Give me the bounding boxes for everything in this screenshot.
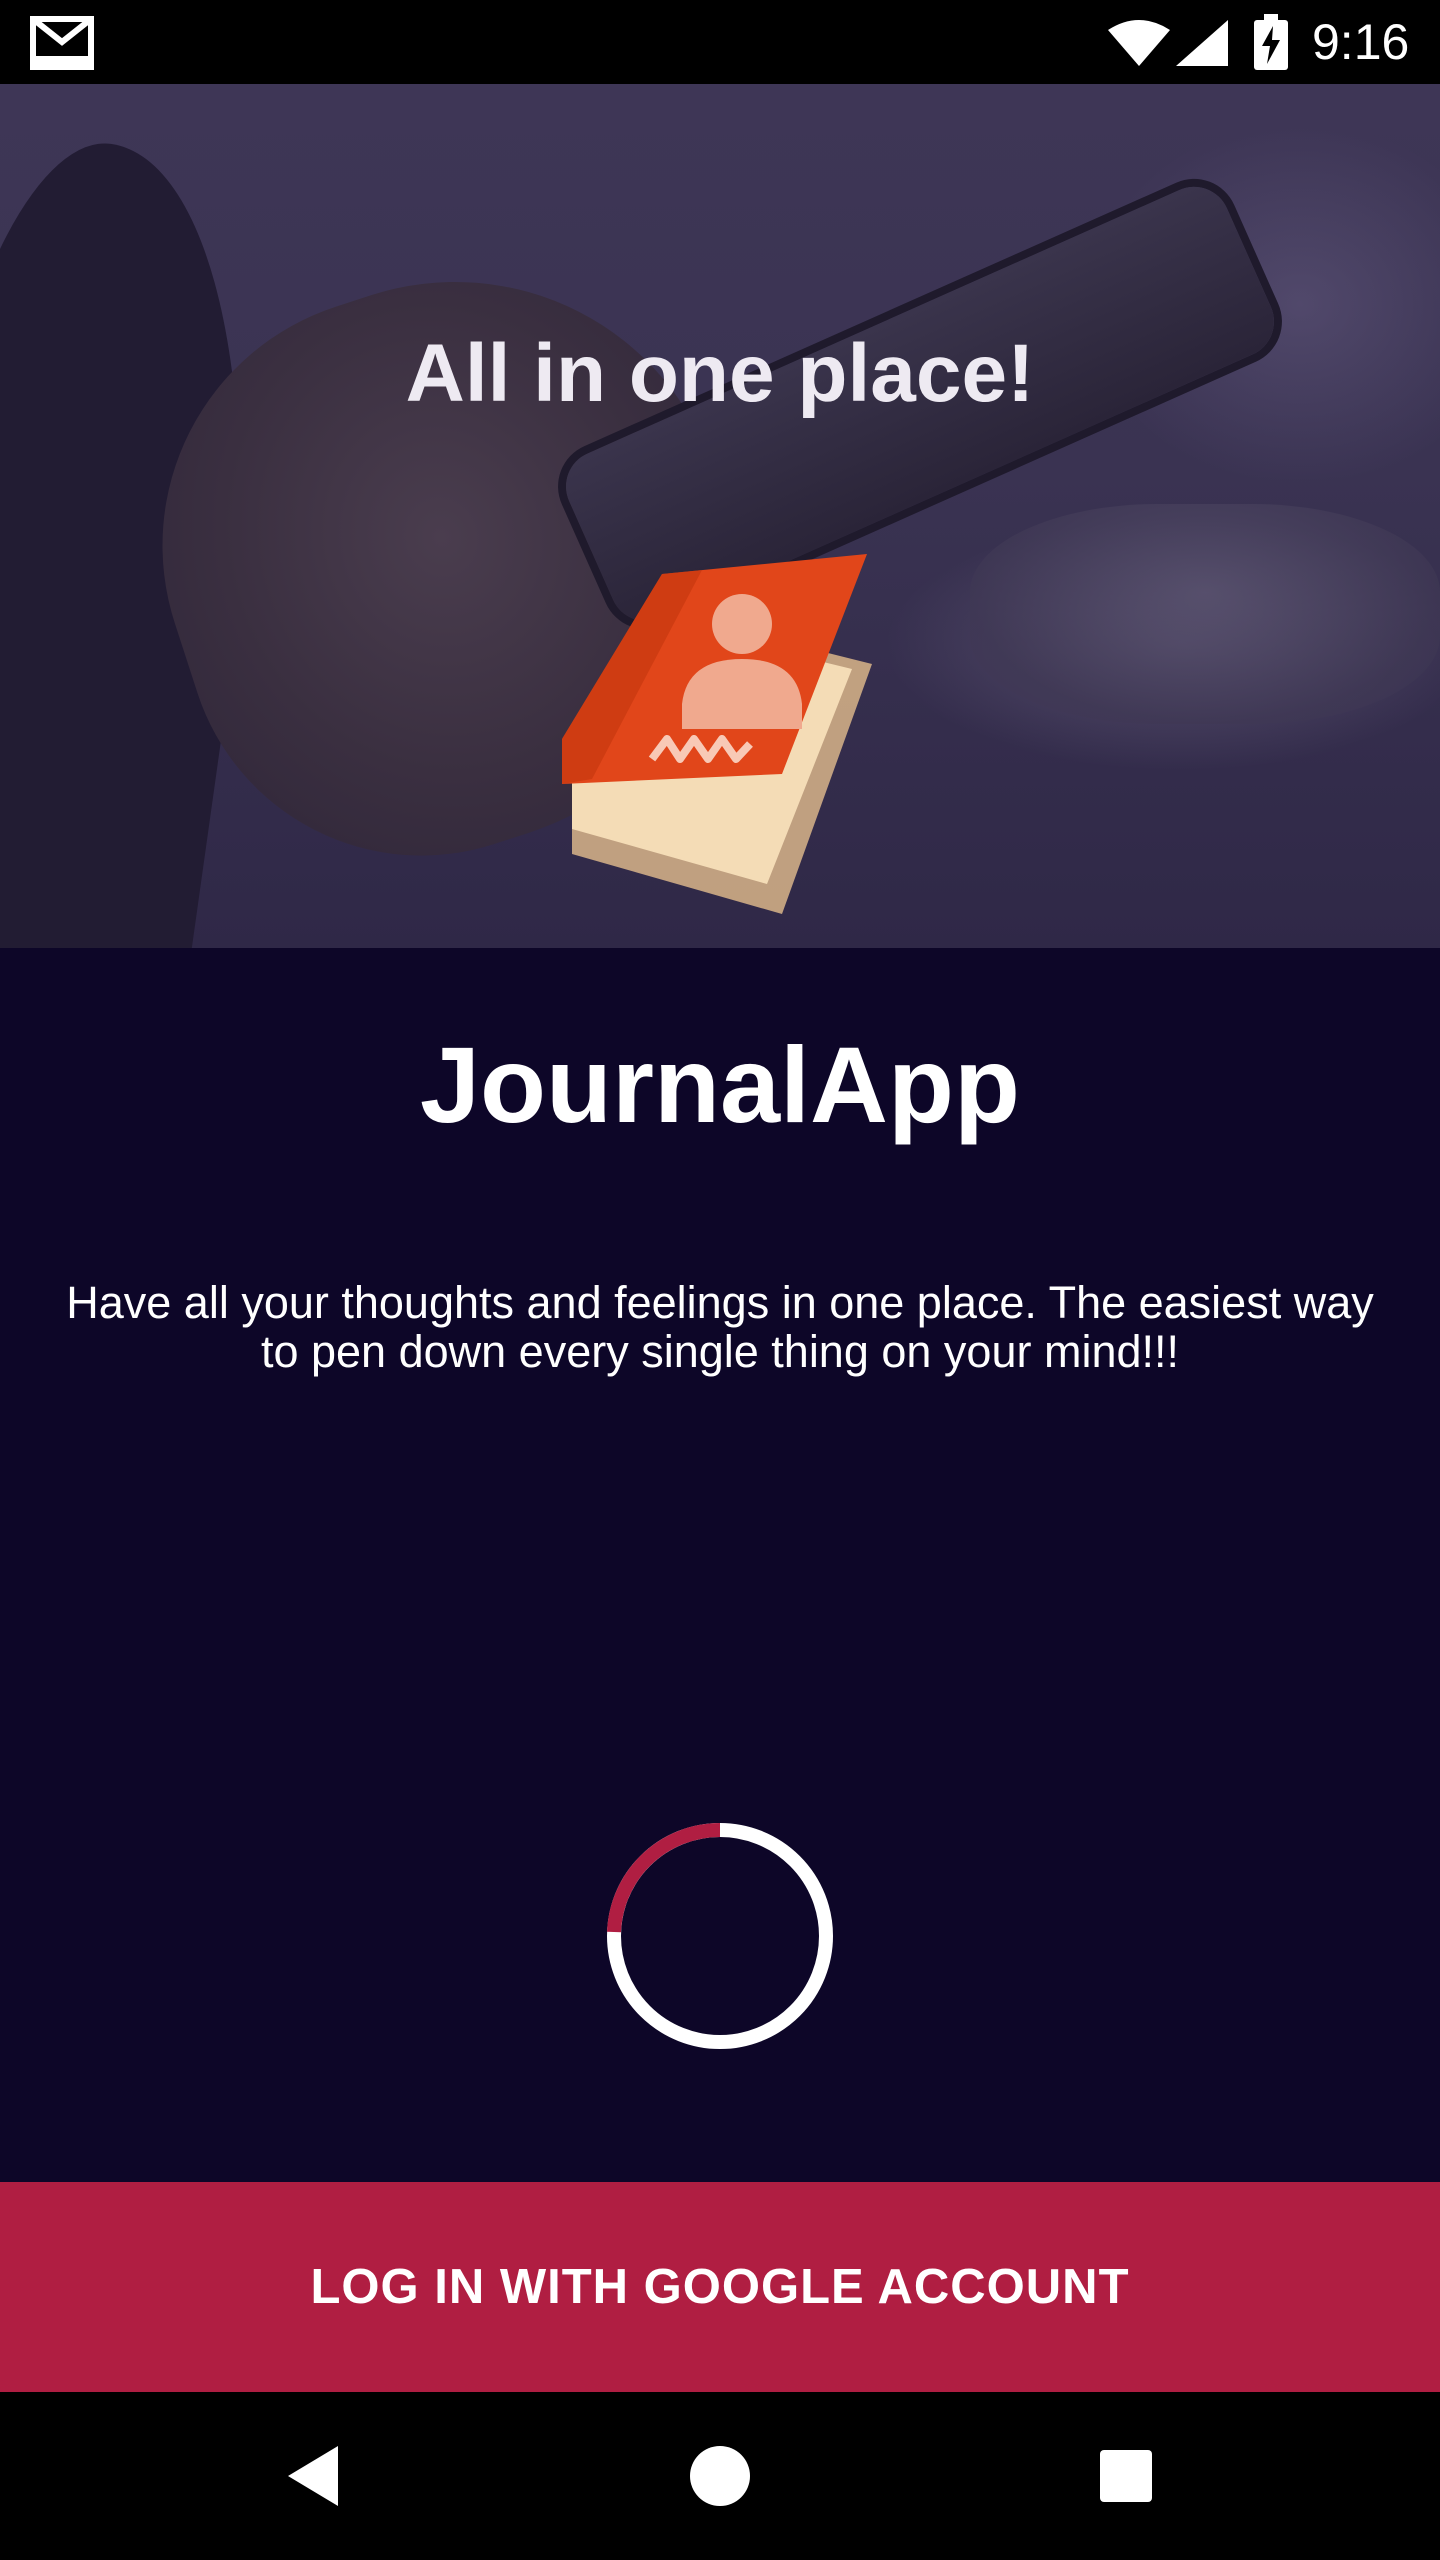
hero-title: All in one place! (405, 328, 1035, 419)
gmail-icon (30, 16, 94, 70)
hero-background-car (970, 504, 1440, 724)
app-name: JournalApp (419, 1024, 1020, 1145)
hero-banner: All in one place! (0, 84, 1440, 948)
recents-icon[interactable] (1090, 2440, 1162, 2512)
login-screen: 9:16 All in one place! JournalApp Have a… (0, 0, 1440, 2560)
app-description: Have all your thoughts and feelings in o… (66, 1277, 1374, 1377)
home-icon[interactable] (684, 2440, 756, 2512)
loading-spinner (607, 1823, 833, 2049)
battery-charging-icon (1254, 14, 1288, 70)
wifi-icon (1108, 20, 1170, 66)
status-bar: 9:16 (0, 0, 1440, 84)
navigation-bar (0, 2392, 1440, 2560)
google-login-button[interactable]: LOG IN WITH GOOGLE ACCOUNT (0, 2182, 1440, 2392)
signal-icon (1176, 20, 1228, 66)
back-icon[interactable] (280, 2440, 352, 2512)
status-time: 9:16 (1312, 14, 1410, 70)
journal-book-icon (562, 554, 872, 914)
